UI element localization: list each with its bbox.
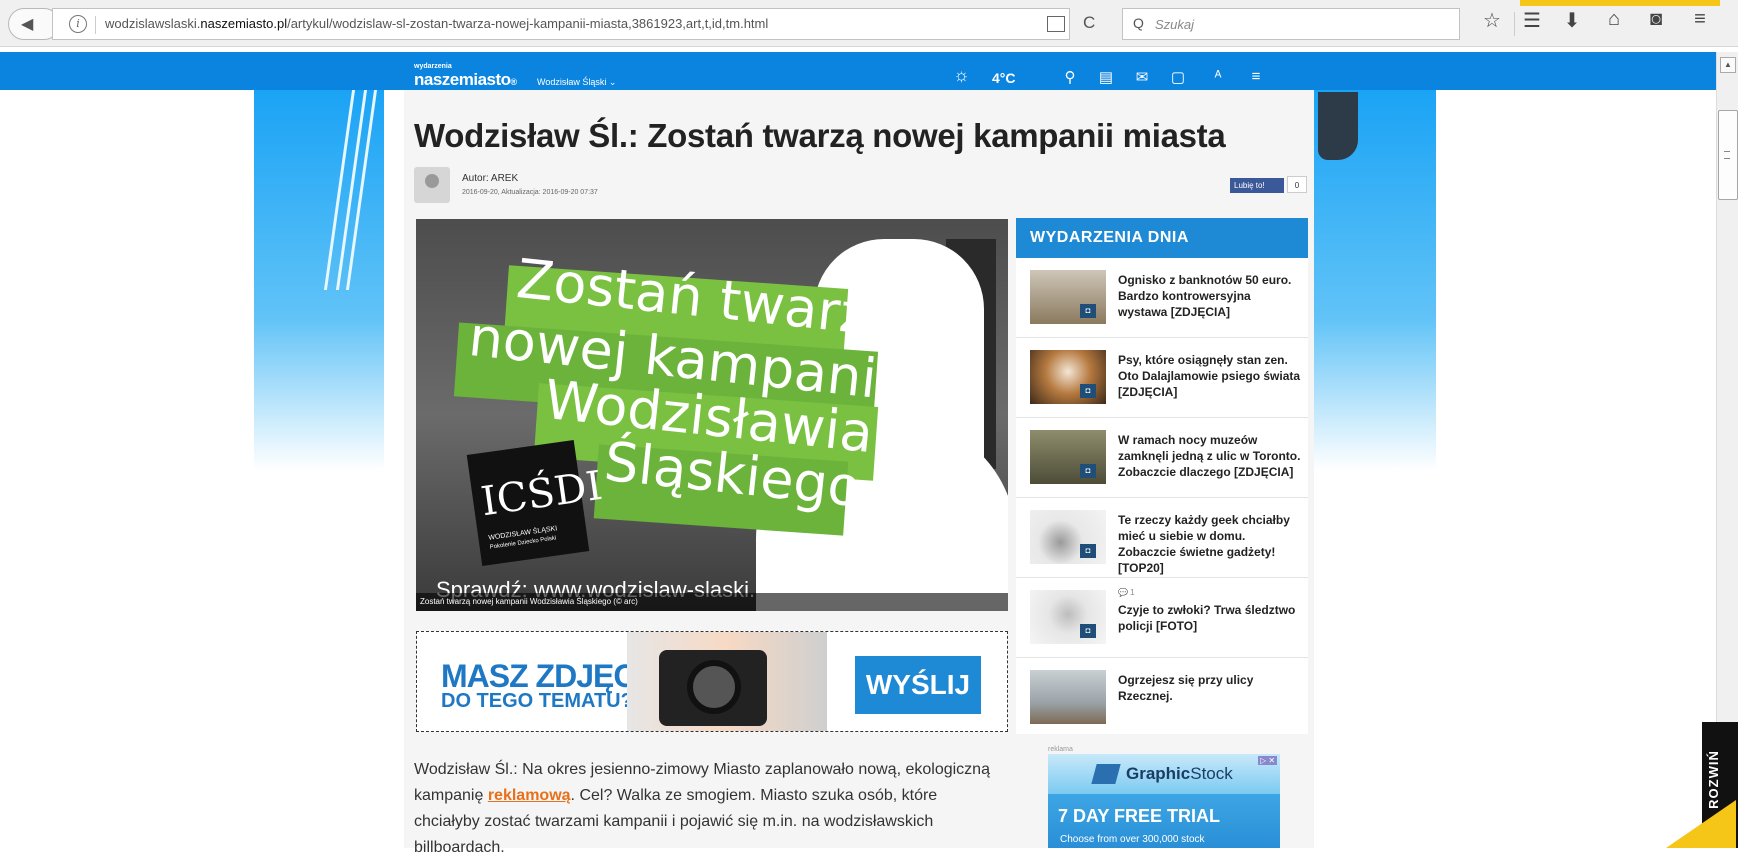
camera-icon: ◘	[1080, 384, 1096, 398]
user-icon[interactable]: ᴬ	[1208, 68, 1228, 85]
camera-icon: ◘	[1080, 464, 1096, 478]
ad-brand-bold: Graphic	[1126, 764, 1191, 783]
background-left-panel	[254, 90, 384, 470]
url-text[interactable]: wodzislawslaski.naszemiasto.pl/artykul/w…	[105, 16, 768, 31]
camera-icon: ◘	[1080, 624, 1096, 638]
image-caption: Zostań twarzą nowej kampanii Wodzisławia…	[416, 593, 1008, 611]
photo-upload-banner[interactable]: MASZ ZDJĘCIE DO TEGO TEMATU? WYŚLIJ	[416, 631, 1008, 732]
url-prefix: wodzislawslaski.	[105, 16, 201, 31]
menu-icon[interactable]: ≡	[1246, 68, 1266, 85]
article-body: Wodzisław Śl.: Na okres jesienno-zimowy …	[414, 757, 994, 861]
url-separator	[95, 16, 96, 34]
list-item-title[interactable]: Te rzeczy każdy geek chciałby mieć u sie…	[1118, 512, 1302, 576]
decorative-yellow-strip	[1520, 0, 1720, 6]
list-item-title[interactable]: Psy, które osiągnęły stan zen. Oto Dalaj…	[1118, 352, 1302, 400]
calendar-icon[interactable]: ▤	[1096, 68, 1116, 86]
article-main-image[interactable]: Zostań twarzą nowej kampanii Wodzisławia…	[416, 219, 1008, 611]
list-item[interactable]: ◘ W ramach nocy muzeów zamknęli jedną z …	[1016, 418, 1308, 498]
scrollbar-grip-icon	[1724, 151, 1730, 159]
ad-subtext: Choose from over 300,000 stock	[1060, 834, 1205, 845]
scrollbar-thumb[interactable]	[1718, 110, 1738, 200]
list-item[interactable]: ◘ 💬 1 Czyje to zwłoki? Trwa śledztwo pol…	[1016, 578, 1308, 658]
url-path: /artykul/wodzislaw-sl-zostan-twarza-nowe…	[287, 16, 769, 31]
pocket-icon[interactable]: ◙	[1642, 8, 1670, 31]
events-list: ◘ Ognisko z banknotów 50 euro. Bardzo ko…	[1016, 258, 1308, 734]
list-item-title[interactable]: W ramach nocy muzeów zamknęli jedną z ul…	[1118, 432, 1302, 480]
list-item[interactable]: ◘ Psy, które osiągnęły stan zen. Oto Dal…	[1016, 338, 1308, 418]
camera-lens-icon	[687, 660, 741, 714]
list-item[interactable]: ◘ Ognisko z banknotów 50 euro. Bardzo ko…	[1016, 258, 1308, 338]
sidebar-heading: WYDARZENIA DNIA	[1016, 218, 1308, 258]
site-logo[interactable]: naszemiasto®	[414, 70, 517, 90]
temperature: 4°C	[992, 70, 1016, 86]
decorative-yellow-corner	[1666, 800, 1736, 848]
search-icon[interactable]: ⚲	[1060, 68, 1080, 86]
site-logo-mark: ®	[510, 77, 518, 87]
reading-list-icon[interactable]: ☰	[1518, 8, 1546, 33]
search-icon: Q	[1133, 15, 1144, 31]
send-photo-button[interactable]: WYŚLIJ	[855, 656, 981, 714]
camera-icon: ◘	[1080, 304, 1096, 318]
expand-label: ROZWIŃ	[1705, 750, 1721, 809]
article-dates: 2016-09-20, Aktualizacja: 2016-09-20 07:…	[462, 189, 598, 196]
list-item[interactable]: Ogrzejesz się przy ulicy Rzecznej.	[1016, 658, 1308, 738]
browser-toolbar: ◀ i wodzislawslaski.naszemiasto.pl/artyk…	[0, 0, 1738, 47]
toolbar-separator	[1514, 12, 1515, 36]
ad-brand: GraphicStock	[1126, 764, 1233, 784]
search-bar[interactable]: Q Szukaj	[1122, 8, 1460, 40]
list-item-title[interactable]: Ognisko z banknotów 50 euro. Bardzo kont…	[1118, 272, 1302, 320]
site-info-icon[interactable]: i	[69, 15, 87, 33]
list-item-title[interactable]: Ogrzejesz się przy ulicy Rzecznej.	[1118, 672, 1302, 704]
ad-label: reklama	[1048, 746, 1073, 753]
ad-close-icon[interactable]: ▷ ✕	[1258, 756, 1278, 765]
ad-headline: 7 DAY FREE TRIAL	[1058, 806, 1221, 826]
list-item-thumbnail[interactable]	[1030, 670, 1106, 724]
facebook-like-count: 0	[1287, 176, 1307, 193]
scroll-up-arrow-icon[interactable]: ▲	[1720, 57, 1736, 73]
background-shoe-image	[1318, 92, 1358, 160]
advertising-link[interactable]: reklamową	[488, 787, 571, 804]
wodzislaw-city-logo: ICŚDI WODZISŁAW ŚLĄSKI Pokolenie Dziecko…	[466, 440, 605, 566]
back-arrow-icon: ◀	[21, 16, 34, 33]
author-avatar	[414, 167, 450, 203]
download-icon[interactable]: ⬇	[1558, 8, 1586, 33]
search-placeholder: Szukaj	[1155, 17, 1195, 32]
star-icon[interactable]: ☆	[1478, 8, 1506, 33]
article-title: Wodzisław Śl.: Zostań twarzą nowej kampa…	[414, 117, 1226, 154]
city-selector[interactable]: Wodzisław Śląski ⌄	[537, 77, 616, 88]
author-name: Autor: AREK	[462, 173, 519, 184]
reload-icon[interactable]: C	[1083, 13, 1095, 33]
ad-brand-rest: Stock	[1190, 764, 1233, 783]
camera-icon: ◘	[1080, 544, 1096, 558]
graphicstock-ad[interactable]: GraphicStock ▷ ✕ 7 DAY FREE TRIAL Choose…	[1048, 754, 1280, 848]
comment-count: 💬 1	[1118, 588, 1135, 597]
url-domain: naszemiasto.pl	[200, 16, 288, 31]
site-nav-bar	[0, 52, 1716, 90]
reader-view-icon[interactable]	[1047, 16, 1065, 32]
home-icon[interactable]: ⌂	[1600, 8, 1628, 31]
tablet-icon[interactable]: ▢	[1168, 68, 1188, 86]
list-item[interactable]: ◘ Te rzeczy każdy geek chciałby mieć u s…	[1016, 498, 1308, 578]
list-item-title[interactable]: Czyje to zwłoki? Trwa śledztwo policji […	[1118, 602, 1302, 634]
site-logo-text: naszemiasto	[414, 70, 511, 89]
url-bar[interactable]: i wodzislawslaski.naszemiasto.pl/artykul…	[52, 8, 1095, 40]
city-logo-letters: ICŚDI	[478, 462, 606, 526]
mail-icon[interactable]: ✉	[1132, 68, 1152, 86]
facebook-like-button[interactable]: Lubię to!	[1230, 178, 1284, 193]
menu-icon[interactable]: ≡	[1686, 8, 1714, 31]
weather-icon: ☼	[953, 65, 970, 85]
nav-small-label: wydarzenia	[414, 63, 452, 70]
banner-subheadline: DO TEGO TEMATU?	[441, 690, 633, 712]
